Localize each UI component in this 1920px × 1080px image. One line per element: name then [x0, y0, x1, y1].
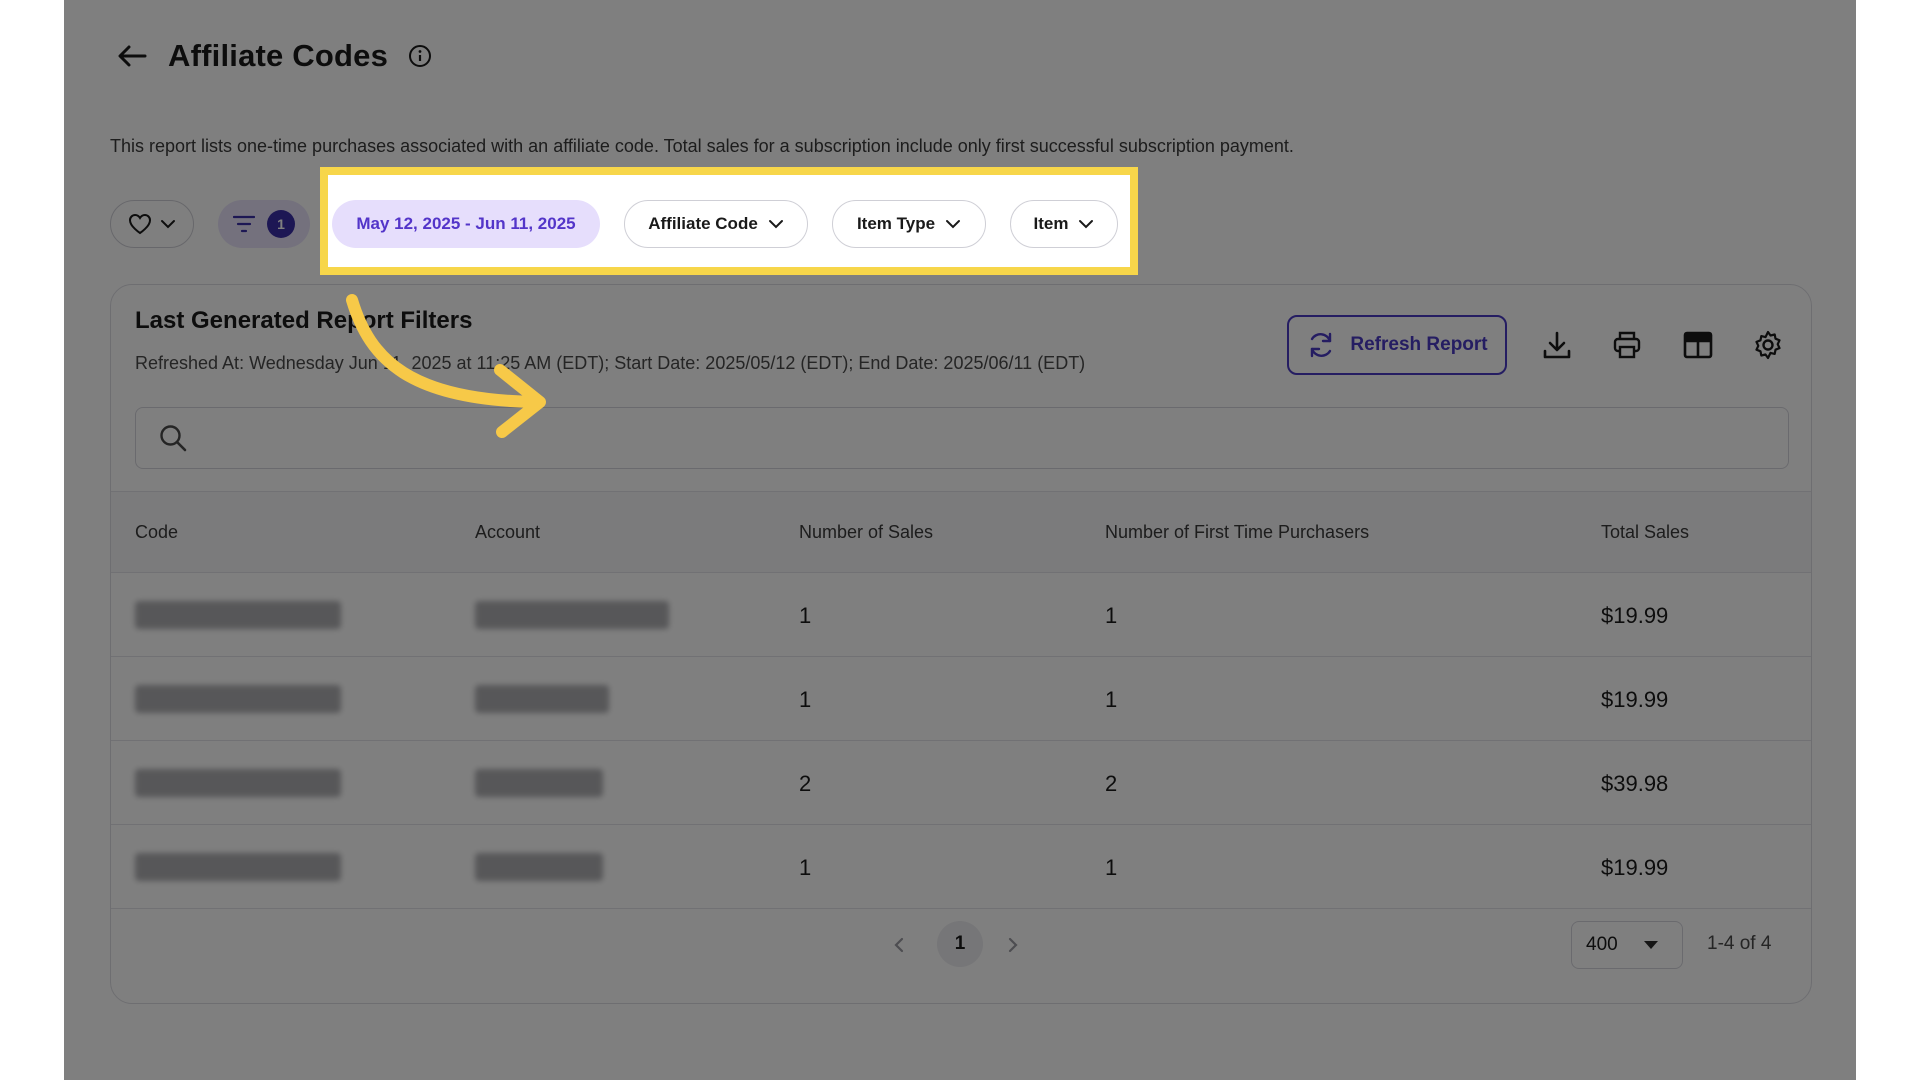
download-icon[interactable] — [1535, 323, 1579, 367]
table-row[interactable]: 1 1 $19.99 — [111, 825, 1811, 909]
redacted-code — [135, 853, 341, 881]
date-range-filter[interactable]: May 12, 2025 - Jun 11, 2025 — [332, 200, 600, 248]
total-sales-cell: $19.99 — [1601, 603, 1669, 628]
column-header-first-time-purchasers[interactable]: Number of First Time Purchasers — [1105, 522, 1369, 543]
number-of-sales-cell: 1 — [799, 855, 812, 880]
search-input[interactable] — [202, 427, 1702, 449]
report-card: Last Generated Report Filters Refreshed … — [110, 284, 1812, 1004]
total-sales-cell: $39.98 — [1601, 771, 1669, 796]
report-table: Code Account Number of Sales Number of F… — [111, 491, 1811, 909]
first-time-purchasers-cell: 1 — [1105, 603, 1118, 628]
chevron-left-icon[interactable] — [885, 931, 913, 959]
report-description: This report lists one-time purchases ass… — [110, 136, 1294, 156]
number-of-sales-cell: 2 — [799, 771, 812, 796]
column-header-number-of-sales[interactable]: Number of Sales — [799, 522, 933, 543]
item-filter[interactable]: Item — [1010, 200, 1118, 248]
report-page: Affiliate Codes This report lists one-ti… — [64, 0, 1856, 1080]
first-time-purchasers-cell: 1 — [1105, 855, 1118, 880]
table-columns-icon[interactable] — [1676, 323, 1720, 367]
column-header-total-sales[interactable]: Total Sales — [1601, 522, 1689, 543]
redacted-account — [475, 685, 609, 713]
pagination-range: 1-4 of 4 — [1707, 933, 1772, 954]
card-title: Last Generated Report Filters — [135, 307, 473, 334]
number-of-sales-cell: 1 — [799, 603, 812, 628]
number-of-sales-cell: 1 — [799, 687, 812, 712]
search-box[interactable] — [135, 407, 1789, 469]
chevron-down-icon — [1079, 220, 1094, 229]
page-number-button[interactable]: 1 — [937, 921, 983, 967]
refresh-report-button[interactable]: Refresh Report — [1287, 315, 1507, 375]
total-sales-cell: $19.99 — [1601, 855, 1669, 880]
first-time-purchasers-cell: 2 — [1105, 771, 1118, 796]
table-row[interactable]: 2 2 $39.98 — [111, 741, 1811, 825]
redacted-account — [475, 601, 669, 629]
back-button[interactable] — [114, 38, 150, 74]
redacted-code — [135, 769, 341, 797]
back-arrow-icon — [118, 45, 147, 67]
table-row[interactable]: 1 1 $19.99 — [111, 573, 1811, 657]
table-header: Code Account Number of Sales Number of F… — [111, 491, 1811, 573]
affiliate-code-filter[interactable]: Affiliate Code — [624, 200, 808, 248]
caret-down-icon — [1643, 941, 1658, 949]
rows-per-page-select[interactable]: 400 — [1571, 921, 1683, 969]
page-title: Affiliate Codes — [168, 38, 389, 73]
chevron-right-icon[interactable] — [999, 931, 1027, 959]
chevron-down-icon — [768, 220, 783, 229]
refresh-info: Refreshed At: Wednesday Jun 11, 2025 at … — [135, 353, 1086, 373]
item-label: Item — [1033, 214, 1069, 233]
page-header: Affiliate Codes — [114, 38, 434, 74]
affiliate-code-label: Affiliate Code — [648, 214, 758, 233]
item-type-filter[interactable]: Item Type — [832, 200, 986, 248]
item-type-label: Item Type — [856, 214, 936, 233]
info-icon[interactable] — [406, 42, 434, 70]
pagination: 1 400 1-4 of 4 — [111, 913, 1811, 977]
gear-icon[interactable] — [1746, 323, 1790, 367]
print-icon[interactable] — [1605, 323, 1649, 367]
highlighted-filters: May 12, 2025 - Jun 11, 2025 Affiliate Co… — [327, 174, 1131, 268]
redacted-code — [135, 685, 341, 713]
refresh-report-label: Refresh Report — [1350, 334, 1488, 355]
first-time-purchasers-cell: 1 — [1105, 687, 1118, 712]
total-sales-cell: $19.99 — [1601, 687, 1669, 712]
highlighted-filter-bar: May 12, 2025 - Jun 11, 2025 Affiliate Co… — [46, 200, 1146, 248]
redacted-account — [475, 853, 603, 881]
refresh-icon — [1311, 332, 1332, 358]
column-header-code[interactable]: Code — [135, 522, 178, 543]
search-icon — [160, 425, 187, 452]
table-row[interactable]: 1 1 $19.99 — [111, 657, 1811, 741]
chevron-down-icon — [946, 220, 961, 229]
redacted-code — [135, 601, 341, 629]
redacted-account — [475, 769, 603, 797]
column-header-account[interactable]: Account — [475, 522, 540, 543]
rows-per-page-value: 400 — [1586, 934, 1618, 955]
